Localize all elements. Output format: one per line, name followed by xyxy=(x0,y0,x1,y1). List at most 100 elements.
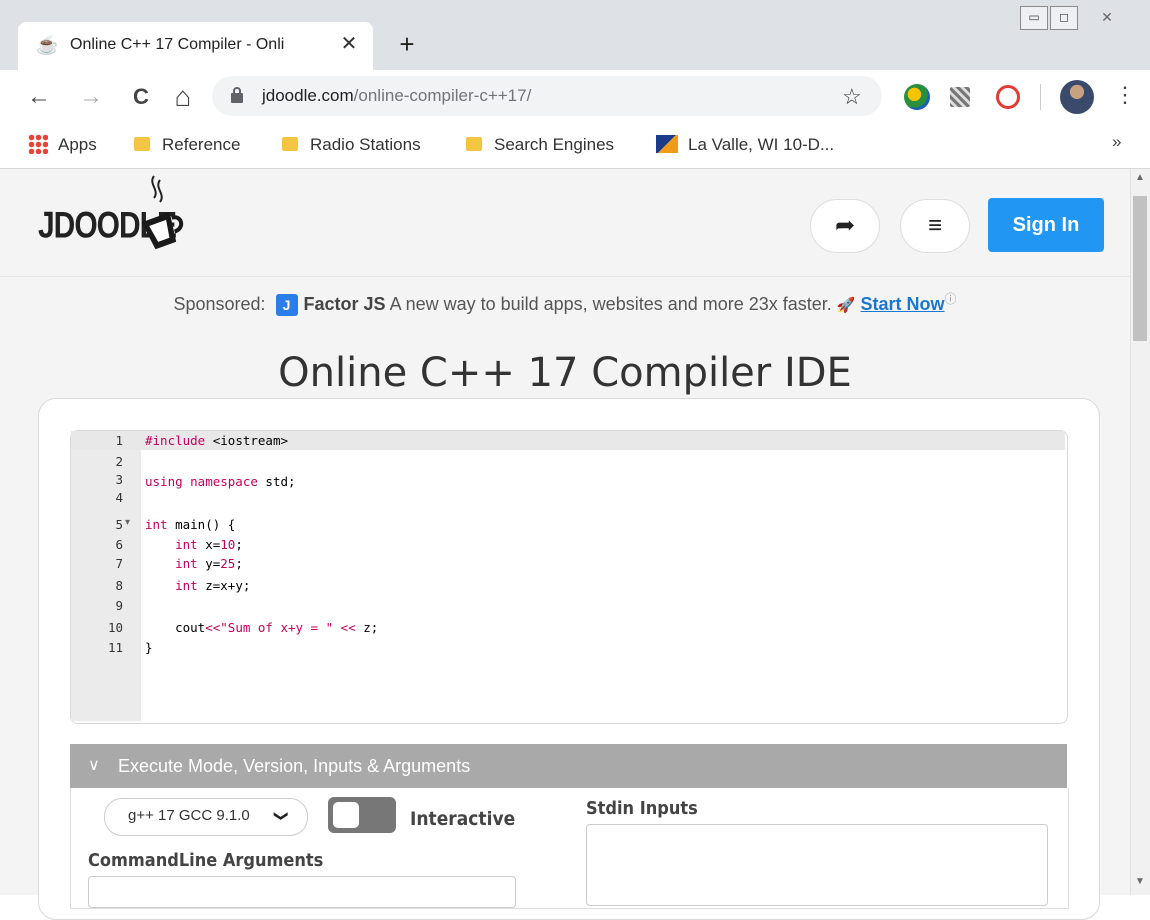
code-token: } xyxy=(145,640,153,655)
line-number: 11 xyxy=(107,640,123,655)
line-number: 9 xyxy=(115,598,123,613)
url-host: jdoodle.com xyxy=(262,86,354,105)
code-token: z; xyxy=(355,620,379,635)
bookmark-search-engines[interactable]: Search Engines xyxy=(466,132,614,158)
code-token: std; xyxy=(257,474,296,489)
sponsor-text: A new way to build apps, websites and mo… xyxy=(389,294,832,314)
bookmark-reference[interactable]: Reference xyxy=(134,132,240,158)
bookmark-apps[interactable]: Apps xyxy=(28,132,97,158)
window-close-button[interactable]: ✕ xyxy=(1092,6,1122,28)
commandline-arguments-input[interactable] xyxy=(88,876,516,908)
folder-icon xyxy=(134,136,150,151)
code-token: int xyxy=(175,556,198,571)
version-select-value[interactable]: g++ 17 GCC 9.1.0 xyxy=(128,798,250,834)
extension-globe-icon[interactable] xyxy=(904,84,930,110)
back-arrow-icon[interactable]: ← xyxy=(22,80,56,114)
scroll-thumb[interactable] xyxy=(1133,196,1147,341)
sponsor-brand: Factor JS xyxy=(303,294,386,314)
bookmark-star-icon[interactable]: ☆ xyxy=(842,84,862,110)
code-line: } xyxy=(145,640,153,655)
interactive-label: Interactive xyxy=(410,808,516,830)
sign-in-button[interactable]: Sign In xyxy=(988,198,1104,252)
code-token: ; xyxy=(235,537,243,552)
toggle-knob[interactable] xyxy=(333,802,359,828)
url-path: /online-compiler-c++17/ xyxy=(353,86,532,105)
code-line: int y=25; xyxy=(145,556,243,571)
code-line: cout<<"Sum of x+y = " << z; xyxy=(145,620,378,635)
reload-icon[interactable]: C xyxy=(124,80,158,114)
chevron-down-icon[interactable]: ❯ xyxy=(264,810,300,822)
toolbar-divider xyxy=(1040,84,1041,110)
fold-marker-icon[interactable]: ▾ xyxy=(125,517,130,528)
line-number: 4 xyxy=(115,490,123,505)
chevron-down-icon[interactable]: ∨ xyxy=(88,744,100,788)
tab-close-icon[interactable]: ✕ xyxy=(336,31,362,57)
bookmark-label: La Valle, WI 10-D... xyxy=(688,135,835,154)
scroll-down-icon[interactable]: ▼ xyxy=(1130,876,1150,887)
window-restore-button[interactable]: ◻ xyxy=(1050,6,1078,30)
start-now-link[interactable]: Start Now xyxy=(861,294,945,314)
home-icon[interactable]: ⌂ xyxy=(166,80,200,114)
line-number: 10 xyxy=(107,620,123,635)
bookmark-label: Search Engines xyxy=(494,135,615,154)
factor-js-icon: J xyxy=(275,294,298,317)
line-number: 3 xyxy=(115,472,123,487)
code-line: using namespace std; xyxy=(145,474,296,489)
info-icon[interactable]: ⓘ xyxy=(945,292,957,306)
code-token: int xyxy=(175,537,198,552)
bookmark-radio-stations[interactable]: Radio Stations xyxy=(282,132,421,158)
code-token: << xyxy=(333,620,356,635)
browser-menu-icon[interactable]: ⋮ xyxy=(1114,82,1136,108)
code-token: 25 xyxy=(220,556,236,571)
hamburger-icon: ≡ xyxy=(927,212,942,239)
code-token: main() { xyxy=(167,517,236,532)
code-token: ; xyxy=(235,556,243,571)
code-line: #include <iostream> xyxy=(145,433,288,448)
url-text[interactable]: jdoodle.com/online-compiler-c++17/ xyxy=(262,86,531,106)
code-token: #include xyxy=(145,433,206,448)
scroll-up-icon[interactable]: ▲ xyxy=(1130,172,1150,183)
code-token: <<"Sum of x+y = " xyxy=(205,620,334,635)
apps-grid-icon xyxy=(28,133,48,154)
code-token: y= xyxy=(197,556,221,571)
code-token: cout xyxy=(175,620,206,635)
lock-icon[interactable] xyxy=(230,86,244,104)
bookmark-weather[interactable]: La Valle, WI 10-D... xyxy=(656,132,834,158)
extension-qr-icon[interactable] xyxy=(950,87,970,107)
code-token: int xyxy=(145,517,168,532)
execute-options-title[interactable]: Execute Mode, Version, Inputs & Argument… xyxy=(118,744,470,788)
line-number: 6 xyxy=(115,537,123,552)
line-number: 7 xyxy=(115,556,123,571)
profile-avatar[interactable] xyxy=(1060,80,1094,114)
caret-glyph: ❯ xyxy=(273,810,290,822)
code-line: int main() { xyxy=(145,517,235,532)
weather-icon xyxy=(656,134,678,153)
code-line: int x=10; xyxy=(145,537,243,552)
new-tab-button[interactable]: + xyxy=(392,30,422,60)
window-minimize-button[interactable]: ▭ xyxy=(1020,6,1048,30)
rocket-icon: 🚀 xyxy=(836,297,856,314)
stdin-label: Stdin Inputs xyxy=(586,798,698,819)
folder-icon xyxy=(466,136,482,151)
extension-block-icon[interactable] xyxy=(996,85,1020,109)
hamburger-menu-button[interactable]: ≡ xyxy=(900,199,970,253)
code-line: int z=x+y; xyxy=(145,578,250,593)
forward-arrow-icon[interactable]: → xyxy=(74,80,108,114)
code-token: 10 xyxy=(220,537,236,552)
commandline-arguments-label: CommandLine Arguments xyxy=(88,850,324,871)
jdoodle-favicon-icon: ☕ xyxy=(36,35,59,55)
line-number: 1 xyxy=(115,433,123,448)
line-number: 5 xyxy=(115,517,123,532)
bookmark-label: Reference xyxy=(162,135,241,154)
share-button[interactable]: ➦ xyxy=(810,199,880,253)
line-number: 8 xyxy=(115,578,123,593)
bookmarks-overflow-icon[interactable]: » xyxy=(1112,132,1121,152)
bookmark-label: Radio Stations xyxy=(310,135,421,154)
sponsored-label: Sponsored: xyxy=(173,294,266,314)
stdin-textarea[interactable] xyxy=(586,824,1048,906)
code-token: z=x+y; xyxy=(197,578,251,593)
coffee-cup-logo-icon xyxy=(141,175,184,250)
